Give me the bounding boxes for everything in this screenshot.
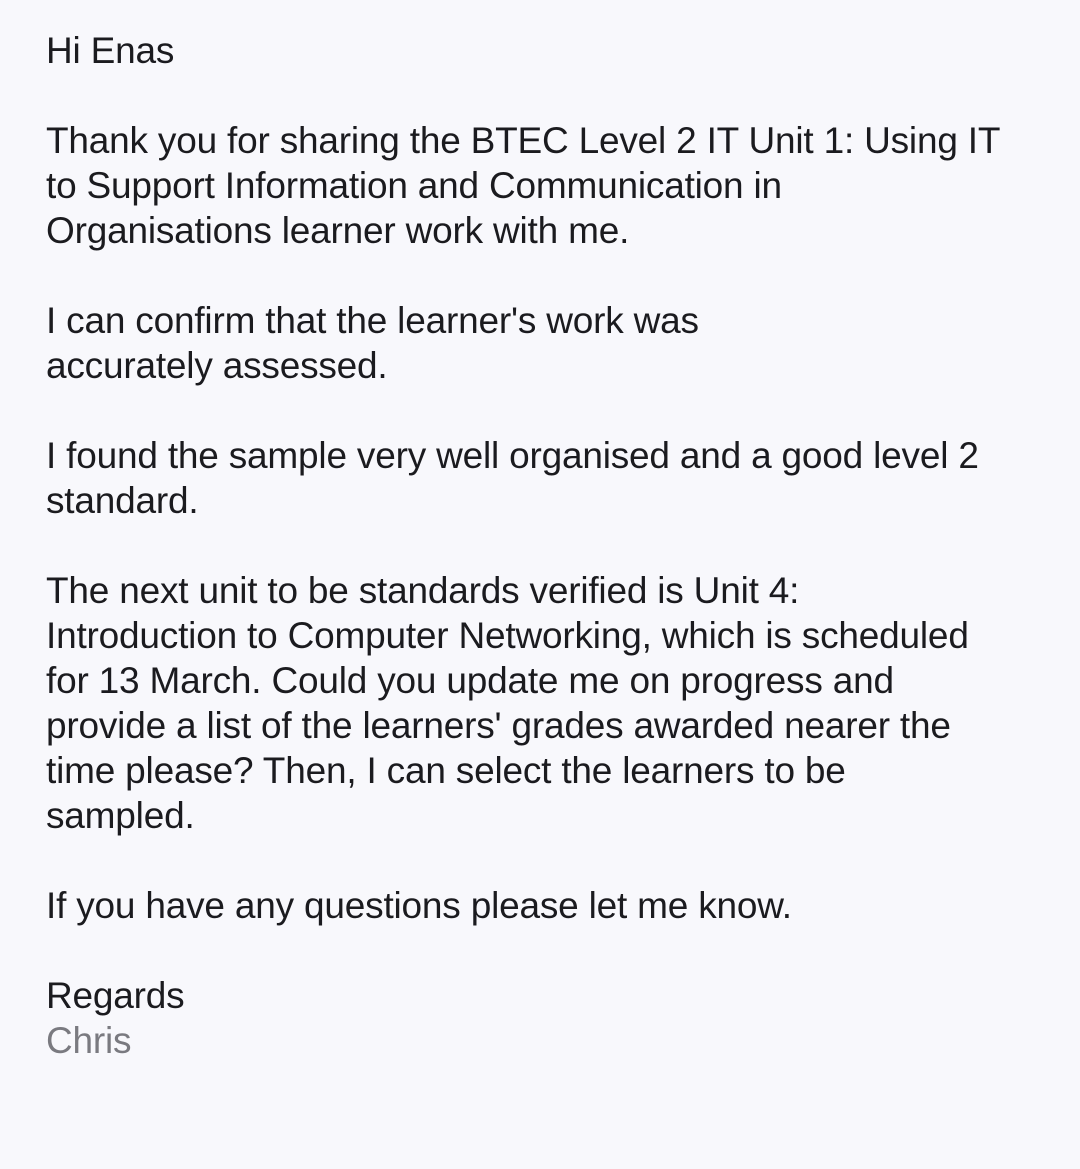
paragraph-line: sampled.: [46, 795, 195, 836]
paragraph-thanks: Thank you for sharing the BTEC Level 2 I…: [46, 118, 1046, 253]
paragraph-next-unit: The next unit to be standards verified i…: [46, 568, 1046, 838]
paragraph-line: for 13 March. Could you update me on pro…: [46, 660, 894, 701]
paragraph-questions: If you have any questions please let me …: [46, 883, 1046, 928]
paragraph-line: provide a list of the learners' grades a…: [46, 705, 951, 746]
paragraph-line: time please? Then, I can select the lear…: [46, 750, 846, 791]
paragraph-line: standard.: [46, 480, 199, 521]
paragraph-line: If you have any questions please let me …: [46, 885, 792, 926]
greeting: Hi Enas: [46, 30, 175, 71]
signoff: Regards: [46, 975, 185, 1016]
paragraph-sample-feedback: I found the sample very well organised a…: [46, 433, 1046, 523]
paragraph-line: accurately assessed.: [46, 345, 388, 386]
paragraph-line: I found the sample very well organised a…: [46, 435, 979, 476]
email-body: Hi Enas Thank you for sharing the BTEC L…: [46, 28, 1046, 1063]
greeting-paragraph: Hi Enas: [46, 28, 1046, 73]
paragraph-confirmation: I can confirm that the learner's work wa…: [46, 298, 1046, 388]
paragraph-line: to Support Information and Communication…: [46, 165, 782, 206]
paragraph-line: Thank you for sharing the BTEC Level 2 I…: [46, 120, 1001, 161]
paragraph-line: I can confirm that the learner's work wa…: [46, 300, 699, 341]
paragraph-line: The next unit to be standards verified i…: [46, 570, 800, 611]
paragraph-line: Introduction to Computer Networking, whi…: [46, 615, 969, 656]
sender-name: Chris: [46, 1020, 132, 1061]
paragraph-line: Organisations learner work with me.: [46, 210, 630, 251]
signature-block: Regards Chris: [46, 973, 1046, 1063]
